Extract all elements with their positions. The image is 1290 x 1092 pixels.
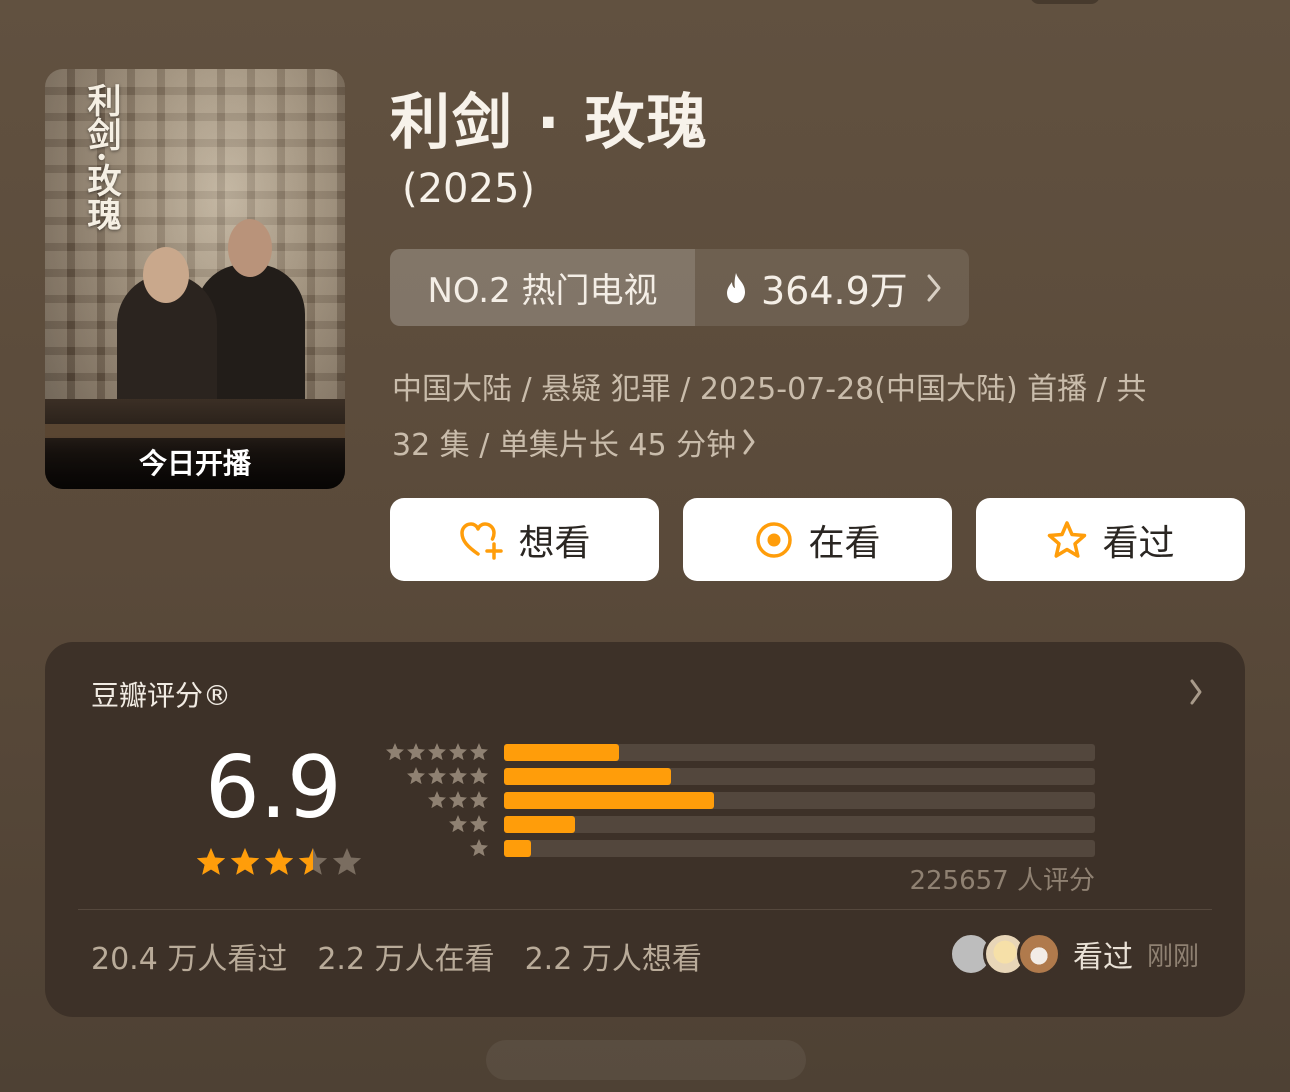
rank-label[interactable]: NO.2 热门电视 — [390, 249, 695, 326]
rank-pill[interactable]: NO.2 热门电视 364.9万 — [390, 249, 969, 326]
small-star-icon — [469, 814, 489, 838]
show-title: 利剑 · 玫瑰 — [390, 88, 709, 158]
small-star-icon — [385, 742, 405, 766]
want-to-watch-label: 想看 — [518, 522, 591, 564]
distribution-track — [504, 792, 1095, 809]
avatar[interactable] — [1016, 932, 1061, 976]
meta-line-2-wrap: 32 集 / 单集片长 45 分钟 — [392, 418, 1222, 475]
distribution-row-3-star — [383, 790, 1095, 810]
distribution-stars — [469, 838, 489, 862]
stat-watching[interactable]: 2.2 万人在看 — [317, 934, 494, 978]
poster-label: 今日开播 — [45, 435, 345, 489]
distribution-row-5-star — [383, 742, 1095, 762]
distribution-bar — [504, 840, 531, 857]
friends-action: 看过 — [1072, 940, 1133, 975]
rating-star-icon — [263, 846, 295, 882]
distribution-track — [504, 744, 1095, 761]
distribution-row-1-star — [383, 838, 1095, 858]
watching-label: 在看 — [808, 522, 881, 564]
chevron-right-icon — [926, 273, 942, 303]
stat-watched[interactable]: 20.4 万人看过 — [91, 934, 287, 978]
meta-line-2: 32 集 / 单集片长 45 分钟 — [392, 428, 737, 463]
rating-star-icon — [229, 846, 261, 882]
star-outline-icon — [1048, 520, 1087, 558]
small-star-icon — [469, 742, 489, 766]
heart-plus-icon — [460, 521, 504, 560]
small-star-icon — [406, 766, 426, 790]
small-star-icon — [427, 790, 447, 814]
distribution-track — [504, 768, 1095, 785]
rating-star-icon — [297, 846, 329, 882]
poster-image[interactable]: 利剑·玫瑰 今日开播 — [45, 69, 345, 489]
bottom-blurred-bar — [486, 1040, 806, 1080]
friends-time: 刚刚 — [1146, 941, 1199, 972]
poster-figure-female-head — [143, 247, 189, 303]
watching-button[interactable]: 在看 — [683, 498, 952, 581]
rating-star-icon — [195, 846, 227, 882]
small-star-icon — [469, 766, 489, 790]
small-star-icon — [448, 742, 468, 766]
heat-value: 364.9万 — [761, 269, 908, 313]
friends-activity[interactable]: 看过 刚刚 — [948, 932, 1199, 976]
rating-title: 豆瓣评分® — [91, 679, 232, 712]
heat-value-link[interactable]: 364.9万 — [695, 249, 969, 326]
chevron-right-icon[interactable] — [1189, 678, 1203, 710]
poster-title: 利剑·玫瑰 — [81, 83, 121, 231]
distribution-stars — [427, 790, 489, 814]
rating-star-icon — [331, 846, 363, 882]
distribution-bar — [504, 792, 715, 809]
rating-count: 225657 人评分 — [909, 866, 1095, 896]
meta-line-1: 中国大陆 / 悬疑 犯罪 / 2025-07-28(中国大陆) 首播 / 共 — [392, 372, 1147, 407]
show-year: (2025) — [402, 166, 536, 212]
small-star-icon — [427, 742, 447, 766]
rating-score: 6.9 — [205, 738, 342, 838]
distribution-track — [504, 816, 1095, 833]
distribution-stars — [448, 814, 489, 838]
watch-stats[interactable]: 20.4 万人看过 2.2 万人在看 2.2 万人想看 — [91, 934, 702, 978]
small-star-icon — [406, 742, 426, 766]
distribution-bar — [504, 768, 672, 785]
stat-want[interactable]: 2.2 万人想看 — [525, 934, 702, 978]
small-star-icon — [448, 790, 468, 814]
want-to-watch-button[interactable]: 想看 — [390, 498, 659, 581]
show-meta[interactable]: 中国大陆 / 悬疑 犯罪 / 2025-07-28(中国大陆) 首播 / 共 3… — [392, 362, 1222, 475]
distribution-row-2-star — [383, 814, 1095, 834]
watched-label: 看过 — [1102, 522, 1175, 564]
distribution-stars — [406, 766, 489, 790]
divider — [78, 909, 1212, 910]
flame-icon — [723, 272, 749, 304]
small-star-icon — [469, 790, 489, 814]
rating-stars — [195, 846, 363, 882]
small-star-icon — [427, 766, 447, 790]
distribution-stars — [385, 742, 489, 766]
watched-button[interactable]: 看过 — [976, 498, 1245, 581]
chevron-right-icon — [742, 419, 756, 475]
distribution-bar — [504, 816, 575, 833]
distribution-row-4-star — [383, 766, 1095, 786]
small-star-icon — [448, 814, 468, 838]
top-handle — [1030, 0, 1100, 4]
distribution-bar — [504, 744, 620, 761]
poster-figure-male-head — [228, 219, 272, 277]
rating-card[interactable]: 豆瓣评分® 6.9 225657 人评分 20.4 万人看过 2.2 万人在看 … — [45, 642, 1245, 1017]
small-star-icon — [469, 838, 489, 862]
target-icon — [756, 521, 793, 558]
small-star-icon — [448, 766, 468, 790]
distribution-track — [504, 840, 1095, 857]
